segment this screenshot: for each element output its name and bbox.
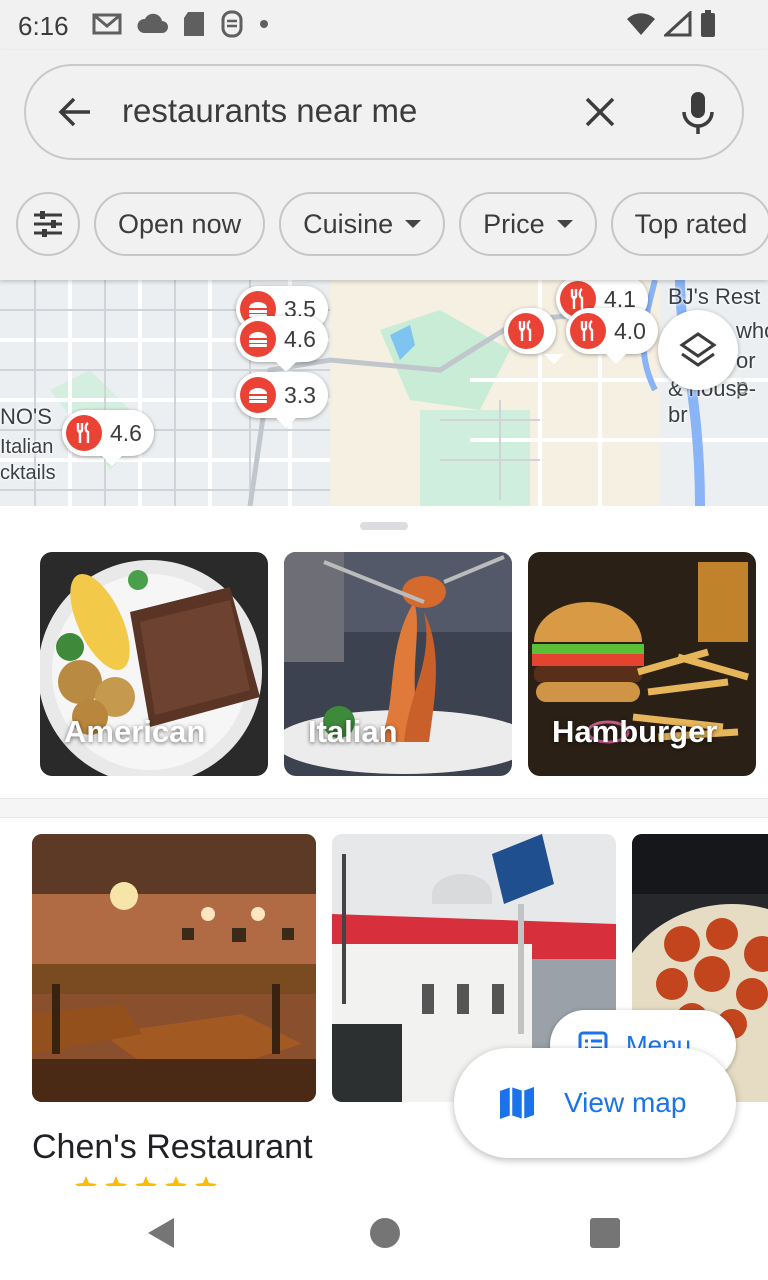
map-pin[interactable]: 4.6 (236, 316, 328, 372)
chip-price[interactable]: Price (459, 192, 597, 256)
filter-settings-button[interactable] (16, 192, 80, 256)
sheet-drag-handle[interactable] (360, 522, 408, 530)
fork-knife-icon (570, 313, 606, 349)
map-pin[interactable]: 3.3 (236, 372, 328, 428)
dot-icon (260, 20, 268, 28)
restaurant-interior-image (32, 834, 316, 1102)
burger-icon (240, 321, 276, 357)
map-pin[interactable]: 4.6 (62, 410, 154, 466)
wifi-icon (627, 13, 655, 35)
search-header: restaurants near me Open now Cuisine Pri… (0, 50, 768, 280)
close-icon[interactable] (582, 94, 618, 130)
map-pin[interactable]: 4.0 (566, 308, 658, 364)
restaurant-photo-interior[interactable] (32, 834, 316, 1102)
status-bar: 6:16 (0, 0, 768, 50)
pin-rating: 4.6 (284, 325, 316, 352)
search-bar[interactable]: restaurants near me (24, 64, 744, 160)
category-card-hamburger[interactable]: Hamburger (528, 552, 756, 776)
fork-knife-icon (508, 313, 544, 349)
view-map-button[interactable]: View map (454, 1048, 736, 1158)
chip-open-now[interactable]: Open now (94, 192, 266, 256)
chip-label: Open now (118, 208, 242, 239)
chip-label: Top rated (634, 208, 748, 239)
filter-chips: Open now Cuisine Price Top rated (16, 192, 768, 258)
cloud-icon (137, 13, 168, 33)
rating-row-partial (32, 1174, 292, 1186)
place-name[interactable]: Chen's Restaurant (32, 1128, 313, 1167)
system-nav-bar (0, 1186, 768, 1280)
chevron-down-icon (405, 220, 422, 228)
map-background (0, 280, 768, 506)
section-divider (0, 798, 768, 818)
chip-top-rated[interactable]: Top rated (610, 192, 768, 256)
chip-cuisine[interactable]: Cuisine (279, 192, 446, 256)
category-label: Italian (308, 714, 398, 749)
map-place-label: cktails (0, 462, 56, 484)
status-time: 6:16 (18, 11, 69, 41)
layers-icon (679, 332, 717, 367)
search-input[interactable]: restaurants near me (122, 92, 417, 130)
pin-rating: 3.3 (284, 381, 316, 408)
pin-rating: 4.6 (110, 419, 142, 446)
sim-icon (221, 10, 243, 38)
map-view[interactable]: 3.5 4.6 3.3 4.6 4.1 4.0 BJ's Rest who or… (0, 280, 768, 506)
category-label: Hamburger (552, 714, 718, 749)
fork-knife-icon (66, 415, 102, 451)
back-arrow-icon[interactable] (54, 92, 94, 132)
map-layers-button[interactable] (658, 310, 738, 390)
mic-icon[interactable] (680, 90, 716, 136)
chip-label: Price (483, 208, 545, 239)
map-place-label: Italian (0, 436, 54, 458)
nav-recents-icon[interactable] (590, 1218, 620, 1248)
view-map-label: View map (564, 1087, 687, 1118)
map-place-label: NO'S (0, 404, 52, 429)
rating-stars-icon (75, 1176, 217, 1186)
map-place-label: who (736, 318, 768, 343)
chevron-down-icon (556, 220, 573, 228)
category-card-italian[interactable]: Italian (284, 552, 512, 776)
tune-icon (34, 211, 62, 237)
signal-icon (664, 11, 692, 37)
category-card-american[interactable]: American (40, 552, 268, 776)
nav-home-icon[interactable] (370, 1218, 400, 1248)
chip-label: Cuisine (303, 208, 394, 239)
map-pin-cluster[interactable] (504, 308, 564, 364)
sd-card-icon (184, 12, 204, 36)
status-icons-left (92, 10, 270, 38)
pin-rating: 4.0 (614, 317, 646, 344)
gmail-icon (92, 13, 122, 35)
status-icons-right (626, 10, 716, 38)
map-place-label: BJ's Rest (668, 284, 761, 309)
category-label: American (64, 714, 206, 749)
battery-icon (701, 10, 715, 37)
burger-icon (240, 377, 276, 413)
nav-back-icon[interactable] (146, 1216, 176, 1250)
map-icon (500, 1087, 534, 1119)
